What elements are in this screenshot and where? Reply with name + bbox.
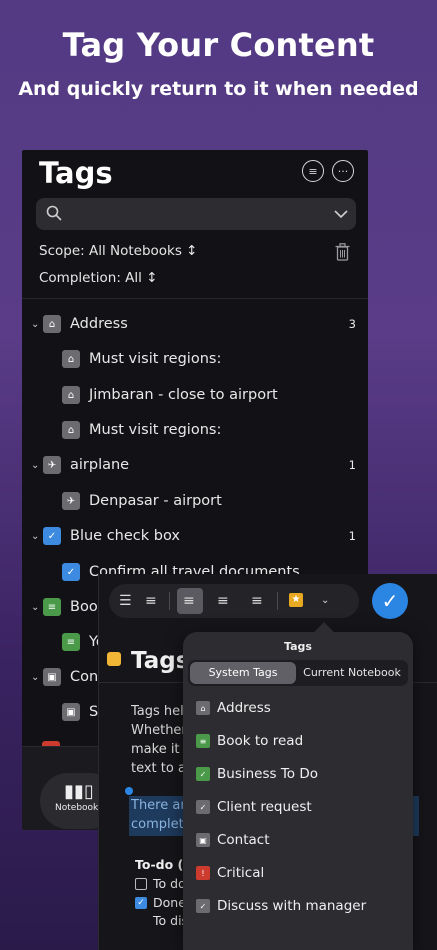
check-icon: ✓ (196, 767, 210, 781)
toolbar-separator (169, 592, 170, 610)
hero-subtitle: And quickly return to it when needed (18, 78, 419, 100)
body-line: text to a (131, 761, 186, 776)
numbered-list-icon[interactable]: ≡ (145, 591, 157, 611)
bullet-list-icon[interactable]: ☰ (119, 591, 132, 611)
tagged-note[interactable]: ⌂ Must visit regions: (22, 342, 368, 376)
todo-item[interactable]: To do (135, 876, 186, 891)
tags-popover: Tags System Tags Current Notebook ⌂ Addr… (183, 622, 413, 950)
note-label: Must visit regions: (89, 351, 222, 367)
book-icon: ≡ (196, 734, 210, 748)
popover-tag-item[interactable]: ▣ Contact (196, 829, 270, 851)
bookmark-icon (107, 652, 121, 666)
scope-selector[interactable]: Scope: All Notebooks ↕ (39, 243, 198, 259)
person-icon (135, 915, 147, 927)
popover-tag-item[interactable]: ✓ Client request (196, 796, 312, 818)
house-icon: ⌂ (43, 315, 61, 333)
search-icon (46, 205, 62, 221)
house-icon: ⌂ (62, 386, 80, 404)
note-label: Must visit regions: (89, 422, 222, 438)
popover-tag-item[interactable]: ⌂ Address (196, 697, 271, 719)
house-icon: ⌂ (196, 701, 210, 715)
star-tag-icon[interactable]: ★ (289, 593, 303, 607)
todo-label: To do (153, 876, 186, 891)
checkbox-checked[interactable]: ✓ (135, 896, 147, 909)
align-left-icon[interactable]: ≡ (183, 591, 195, 611)
popover-title: Tags (284, 640, 312, 653)
filter-circle-icon[interactable]: ≡ (302, 160, 324, 182)
tag-group-address[interactable]: ⌄ ⌂ Address 3 (22, 307, 368, 341)
contact-icon: ▣ (196, 833, 210, 847)
tags-scope-segmented-control: System Tags Current Notebook (188, 660, 408, 686)
chevron-down-icon[interactable]: ⌄ (31, 531, 43, 542)
segment-system-tags[interactable]: System Tags (190, 662, 296, 684)
todo-label: Done (153, 895, 186, 910)
tagged-note[interactable]: ✈ Denpasar - airport (22, 484, 368, 518)
format-toolbar: ☰ ≡ ≡ ≡ ≡ ★ ⌄ (109, 584, 359, 618)
popover-tag-label: Address (217, 700, 271, 716)
toolbar-separator (277, 592, 278, 610)
tag-label: Blue check box (70, 528, 180, 544)
search-field[interactable] (36, 198, 356, 230)
note-label: S (89, 704, 99, 720)
discuss-check-icon: ✓ (196, 899, 210, 913)
contact-icon: ▣ (43, 668, 61, 686)
panel-title: Tags (39, 156, 113, 190)
chevron-down-icon[interactable]: ⌄ (31, 460, 43, 471)
chevron-down-icon[interactable]: ⌄ (31, 602, 43, 613)
selection-handle[interactable] (125, 787, 133, 795)
popover-tag-item[interactable]: ! Critical (196, 862, 264, 884)
tag-count: 1 (348, 529, 356, 543)
more-icon[interactable]: ··· (332, 160, 354, 182)
tag-label: airplane (70, 457, 130, 473)
note-title: Tags (131, 648, 190, 674)
book-icon: ≡ (43, 598, 61, 616)
popover-tag-label: Business To Do (217, 766, 318, 782)
tagged-note[interactable]: ⌂ Must visit regions: (22, 413, 368, 447)
note-label: Denpasar - airport (89, 493, 222, 509)
popover-tag-label: Book to read (217, 733, 304, 749)
exclamation-icon: ! (196, 866, 210, 880)
selected-line: There ar (131, 798, 186, 813)
client-check-icon: ✓ (196, 800, 210, 814)
popover-tag-item[interactable]: ✓ Business To Do (196, 763, 318, 785)
tag-count: 3 (348, 317, 356, 331)
contact-icon: ▣ (62, 703, 80, 721)
checkbox-icon: ✓ (43, 527, 61, 545)
tag-label: Bool (70, 599, 102, 615)
popover-tag-label: Contact (217, 832, 270, 848)
chevron-down-icon[interactable]: ⌄ (31, 319, 43, 330)
hero-title: Tag Your Content (62, 26, 375, 64)
body-line: Tags hel (131, 704, 184, 719)
house-icon: ⌂ (62, 421, 80, 439)
chevron-down-icon[interactable]: ⌄ (321, 591, 329, 611)
tag-count: 1 (348, 458, 356, 472)
completion-selector[interactable]: Completion: All ↕ (39, 270, 158, 286)
todo-item[interactable]: ✓ Done (135, 895, 186, 910)
checkbox[interactable] (135, 877, 147, 890)
trash-icon[interactable] (335, 243, 350, 261)
chevron-down-icon[interactable] (334, 207, 348, 221)
popover-tag-item[interactable]: ✓ Discuss with manager (196, 895, 366, 917)
align-right-icon[interactable]: ≡ (251, 591, 263, 611)
checkbox-icon: ✓ (62, 563, 80, 581)
note-label: Jimbaran - close to airport (89, 387, 278, 403)
airplane-icon: ✈ (43, 456, 61, 474)
divider (22, 298, 368, 299)
popover-tag-label: Client request (217, 799, 312, 815)
popover-tag-label: Critical (217, 865, 265, 881)
tag-group-blue-check-box[interactable]: ⌄ ✓ Blue check box 1 (22, 519, 368, 553)
popover-tag-label: Discuss with manager (217, 898, 367, 914)
chevron-down-icon[interactable]: ⌄ (31, 672, 43, 683)
popover-tag-item[interactable]: ≡ Book to read (196, 730, 303, 752)
house-icon: ⌂ (62, 350, 80, 368)
tag-label: Address (70, 316, 128, 332)
body-line: Whether (131, 723, 187, 738)
done-button[interactable]: ✓ (372, 583, 408, 619)
airplane-icon: ✈ (62, 492, 80, 510)
align-center-icon[interactable]: ≡ (217, 591, 229, 611)
book-icon: ≡ (62, 633, 80, 651)
tag-group-airplane[interactable]: ⌄ ✈ airplane 1 (22, 448, 368, 482)
tagged-note[interactable]: ⌂ Jimbaran - close to airport (22, 378, 368, 412)
segment-current-notebook[interactable]: Current Notebook (298, 662, 406, 684)
